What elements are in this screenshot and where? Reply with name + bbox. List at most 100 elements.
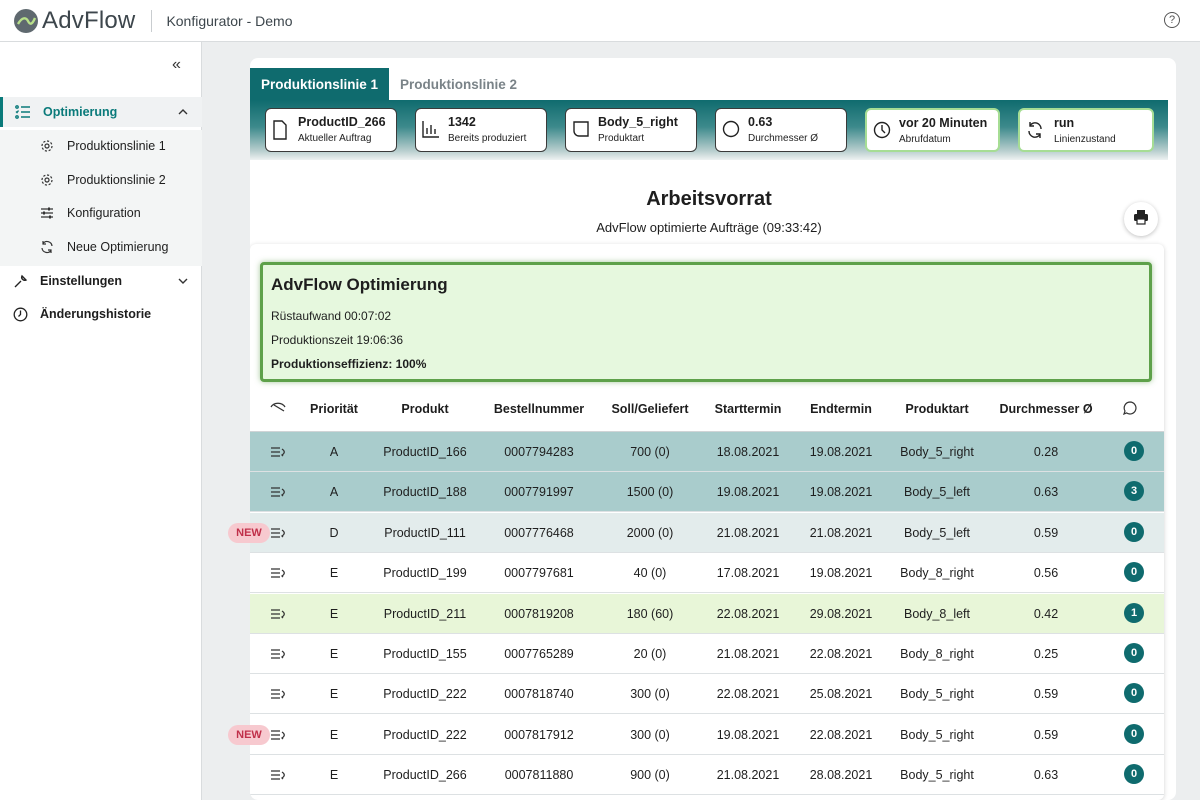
column-header-produkt[interactable]: Produkt	[401, 402, 448, 416]
cell-produktart: Body_5_right	[900, 687, 974, 702]
sidebar-item-einstellungen[interactable]: Einstellungen	[0, 266, 202, 296]
table-row[interactable]: E ProductID_222 0007817912 300 (0) 19.08.202…	[250, 714, 1164, 755]
cell-produktart: Body_8_right	[900, 566, 974, 581]
cell-endtermin: 19.08.2021	[809, 566, 873, 581]
table-row[interactable]: E ProductID_155 0007765289 20 (0) 21.08.2021…	[250, 634, 1164, 674]
cell-bestellnummer: 0007776468	[504, 525, 574, 540]
sidebar-label-produktionslinie-1: Produktionslinie 1	[67, 139, 166, 153]
row-menu-icon[interactable]	[270, 526, 286, 540]
table-row[interactable]: E ProductID_266 0007811880 900 (0) 21.08.202…	[250, 755, 1164, 796]
row-menu-icon[interactable]	[270, 647, 286, 661]
column-header-durchmesser[interactable]: Durchmesser Ø	[999, 402, 1092, 416]
column-header-endtermin[interactable]: Endtermin	[810, 402, 872, 416]
cell-bestellnummer: 0007794283	[504, 445, 574, 459]
cell-starttermin: 18.08.2021	[716, 445, 780, 459]
comment-count-badge[interactable]: 0	[1124, 521, 1144, 542]
kpi-value: 0.63	[748, 115, 773, 129]
row-menu-icon[interactable]	[270, 607, 286, 621]
column-header-bestellnummer[interactable]: Bestellnummer	[494, 402, 584, 416]
row-menu-icon[interactable]	[270, 445, 286, 459]
header-divider	[151, 9, 153, 32]
sidebar-label-einstellungen: Einstellungen	[40, 274, 122, 288]
cell-prioritaet: E	[329, 647, 339, 661]
cell-endtermin: 29.08.2021	[809, 606, 873, 621]
comment-count-badge[interactable]: 0	[1124, 683, 1144, 704]
cell-produktart: Body_5_right	[900, 727, 974, 742]
cell-soll-geliefert: 1500 (0)	[626, 485, 674, 500]
column-header-soll-geliefert[interactable]: Soll/Geliefert	[611, 402, 688, 416]
cell-starttermin: 22.08.2021	[716, 687, 780, 702]
column-header-starttermin[interactable]: Starttermin	[715, 402, 782, 416]
cell-bestellnummer: 0007811880	[504, 768, 574, 783]
kpi-label: Produktart	[598, 133, 645, 144]
cell-starttermin: 19.08.2021	[716, 727, 780, 742]
kpi-label: Durchmesser Ø	[748, 133, 819, 144]
comment-count-badge[interactable]: 0	[1124, 723, 1144, 744]
clock-icon	[12, 306, 28, 322]
cell-durchmesser: 0.28	[1033, 445, 1059, 459]
table-row[interactable]: E ProductID_222 0007818740 300 (0) 22.08.202…	[250, 674, 1164, 715]
collapse-sidebar-icon[interactable]: «	[172, 56, 181, 74]
table-row[interactable]: E ProductID_199 0007797681 40 (0) 17.08.2021…	[250, 553, 1164, 594]
comment-count-badge[interactable]: 1	[1124, 602, 1144, 623]
shape-icon	[572, 120, 590, 140]
sidebar: « Optimierung Produktionslinie 1 Produkt…	[0, 42, 202, 800]
cell-starttermin: 22.08.2021	[716, 606, 780, 621]
cell-starttermin: 21.08.2021	[716, 525, 780, 540]
main-card: Produktionslinie 1 Produktionslinie 2 Pr…	[250, 58, 1176, 800]
wrench-icon	[12, 273, 28, 289]
table-row[interactable]: E ProductID_211 0007819208 180 (60) 22.08.20…	[250, 593, 1164, 634]
cell-produkt: ProductID_188	[383, 485, 467, 500]
cell-soll-geliefert: 300 (0)	[630, 727, 670, 742]
table-row[interactable]: A ProductID_166 0007794283 700 (0) 18.08.202…	[250, 432, 1164, 472]
column-header-produktart[interactable]: Produktart	[905, 402, 968, 416]
sidebar-item-produktionslinie-2[interactable]: Produktionslinie 2	[0, 165, 202, 195]
row-menu-icon[interactable]	[270, 728, 286, 742]
help-icon[interactable]: ?	[1164, 12, 1180, 28]
comment-count-badge[interactable]: 0	[1124, 562, 1144, 583]
logo[interactable]: AdvFlow	[14, 0, 135, 42]
tab-produktionslinie-2[interactable]: Produktionslinie 2	[389, 68, 528, 100]
cell-bestellnummer: 0007791997	[504, 485, 574, 500]
hide-icon[interactable]	[270, 401, 286, 415]
sidebar-item-neue-optimierung[interactable]: Neue Optimierung	[0, 232, 202, 262]
kpi-label: Abrufdatum	[899, 134, 951, 145]
table-row[interactable]: D ProductID_111 0007776468 2000 (0) 21.08.20…	[250, 512, 1164, 553]
cell-bestellnummer: 0007818740	[504, 687, 574, 702]
cell-durchmesser: 0.59	[1033, 727, 1059, 742]
comment-count-badge[interactable]: 0	[1124, 441, 1144, 461]
row-menu-icon[interactable]	[270, 485, 286, 499]
comment-count-badge[interactable]: 0	[1124, 764, 1144, 785]
sliders-icon	[39, 205, 55, 221]
list-settings-icon	[15, 104, 31, 120]
row-menu-icon[interactable]	[270, 566, 286, 580]
sidebar-item-optimierung[interactable]: Optimierung	[0, 97, 202, 127]
chevron-up-icon[interactable]	[178, 106, 188, 118]
row-menu-icon[interactable]	[270, 687, 286, 701]
sidebar-item-konfiguration[interactable]: Konfiguration	[0, 198, 202, 228]
cell-endtermin: 28.08.2021	[809, 768, 873, 783]
print-button[interactable]	[1124, 202, 1158, 236]
sidebar-label-produktionslinie-2: Produktionslinie 2	[67, 173, 166, 187]
top-bar: AdvFlow Konfigurator - Demo ?	[0, 0, 1200, 42]
chevron-down-icon[interactable]	[178, 275, 188, 287]
help-label: ?	[1168, 14, 1176, 26]
cell-produkt: ProductID_211	[383, 606, 467, 621]
kpi-bereits-produziert: 1342 Bereits produziert	[415, 108, 547, 152]
comment-count-badge[interactable]: 3	[1124, 481, 1144, 502]
clock-icon	[873, 121, 891, 141]
cell-produkt: ProductID_222	[383, 687, 467, 702]
sidebar-item-aenderungshistorie[interactable]: Änderungshistorie	[0, 299, 202, 329]
sidebar-label-neue-optimierung: Neue Optimierung	[67, 240, 169, 254]
cell-endtermin: 21.08.2021	[809, 525, 873, 540]
sidebar-item-produktionslinie-1[interactable]: Produktionslinie 1	[0, 131, 202, 161]
comment-count-badge[interactable]: 0	[1124, 643, 1144, 663]
row-menu-icon[interactable]	[270, 768, 286, 782]
gear-icon	[39, 172, 55, 188]
cell-produktart: Body_8_right	[900, 647, 974, 661]
cell-soll-geliefert: 180 (60)	[626, 606, 674, 621]
table-row[interactable]: A ProductID_188 0007791997 1500 (0) 19.08.20…	[250, 472, 1164, 513]
tab-produktionslinie-1[interactable]: Produktionslinie 1	[250, 68, 390, 100]
column-header-prioritaet[interactable]: Priorität	[310, 402, 358, 416]
new-badge: NEW	[228, 724, 270, 745]
